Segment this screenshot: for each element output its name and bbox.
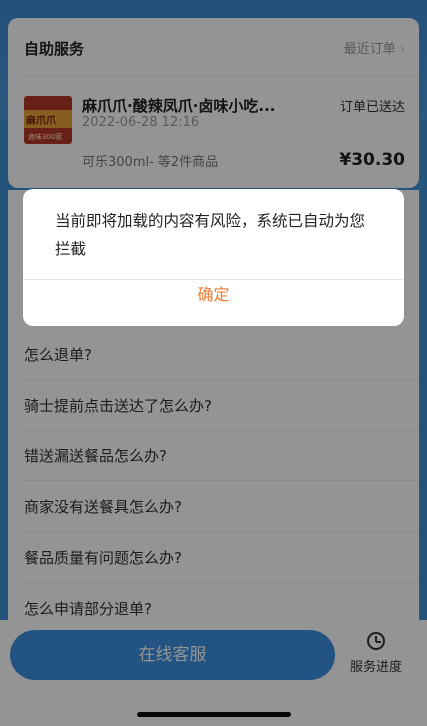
modal-overlay[interactable] <box>0 0 427 726</box>
dialog-message: 当前即将加载的内容有风险，系统已自动为您拦截 <box>55 212 366 258</box>
confirm-button[interactable]: 确定 <box>23 280 404 326</box>
risk-alert-dialog: 当前即将加载的内容有风险，系统已自动为您拦截 确定 <box>23 189 404 326</box>
page: 自助服务 最近订单 › 麻爪爪 卤味300家 麻爪爪·酸辣凤爪·卤味小吃... 2… <box>0 0 427 726</box>
